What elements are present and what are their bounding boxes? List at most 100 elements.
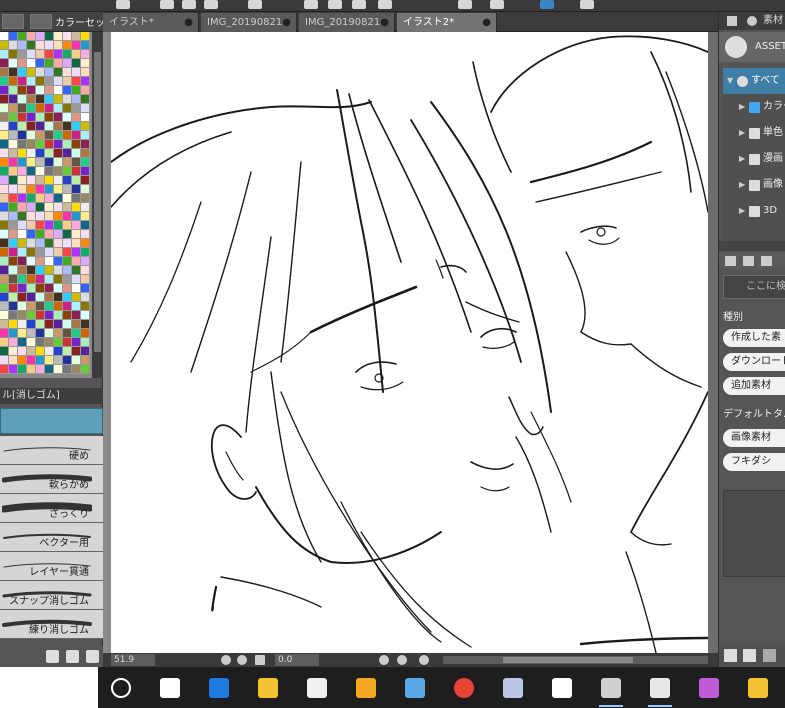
chevron-right-icon[interactable]: ▶ xyxy=(739,198,745,224)
color-swatch[interactable] xyxy=(18,185,27,194)
color-swatch[interactable] xyxy=(9,41,18,50)
color-swatch[interactable] xyxy=(81,311,90,320)
color-swatch[interactable] xyxy=(18,176,27,185)
color-swatch[interactable] xyxy=(36,32,45,41)
color-swatch[interactable] xyxy=(27,122,36,131)
tree-item[interactable]: ▶ カラー xyxy=(723,94,785,120)
reset-rotation-icon[interactable] xyxy=(419,655,429,665)
color-swatch[interactable] xyxy=(45,212,54,221)
color-swatch[interactable] xyxy=(72,32,81,41)
color-swatch[interactable] xyxy=(45,230,54,239)
color-swatch[interactable] xyxy=(54,230,63,239)
color-swatch[interactable] xyxy=(45,149,54,158)
cortana-icon[interactable] xyxy=(106,672,136,703)
color-swatch[interactable] xyxy=(9,185,18,194)
color-swatch[interactable] xyxy=(36,185,45,194)
color-swatch[interactable] xyxy=(0,158,9,167)
color-swatch[interactable] xyxy=(54,86,63,95)
rotate-left-icon[interactable] xyxy=(379,655,389,665)
color-swatch[interactable] xyxy=(36,221,45,230)
checkbox-icon[interactable] xyxy=(724,649,737,662)
color-swatch[interactable] xyxy=(9,248,18,257)
media-player-icon[interactable] xyxy=(351,672,381,703)
color-swatch[interactable] xyxy=(0,239,9,248)
color-swatch[interactable] xyxy=(27,158,36,167)
clip-studio-icon[interactable] xyxy=(596,672,626,707)
clip-studio-paint-icon[interactable] xyxy=(645,672,675,707)
color-swatch[interactable] xyxy=(54,131,63,140)
color-swatch[interactable] xyxy=(45,248,54,257)
color-swatch[interactable] xyxy=(63,77,72,86)
color-swatch[interactable] xyxy=(27,167,36,176)
color-swatch[interactable] xyxy=(54,221,63,230)
panel-menu-icon[interactable] xyxy=(727,16,737,26)
color-swatch[interactable] xyxy=(0,320,9,329)
color-swatch[interactable] xyxy=(18,338,27,347)
color-swatch[interactable] xyxy=(9,68,18,77)
color-swatch[interactable] xyxy=(81,212,90,221)
color-swatch[interactable] xyxy=(45,185,54,194)
color-swatch[interactable] xyxy=(9,194,18,203)
color-swatch[interactable] xyxy=(81,221,90,230)
tree-scrollbar[interactable] xyxy=(719,241,785,251)
color-swatch[interactable] xyxy=(0,221,9,230)
color-swatch[interactable] xyxy=(45,356,54,365)
color-swatch[interactable] xyxy=(72,320,81,329)
rotate-right-icon[interactable] xyxy=(397,655,407,665)
palette-scrollbar[interactable] xyxy=(92,32,103,378)
color-swatch[interactable] xyxy=(36,347,45,356)
brush-item[interactable]: スナップ消しゴム xyxy=(0,581,103,610)
color-swatch[interactable] xyxy=(36,77,45,86)
color-swatch[interactable] xyxy=(45,194,54,203)
color-swatch[interactable] xyxy=(54,329,63,338)
color-swatch[interactable] xyxy=(72,77,81,86)
color-swatch[interactable] xyxy=(72,257,81,266)
color-swatch[interactable] xyxy=(9,149,18,158)
color-swatch[interactable] xyxy=(0,203,9,212)
color-swatch[interactable] xyxy=(54,113,63,122)
tab-document[interactable]: イラスト* ● xyxy=(103,13,199,32)
color-swatch[interactable] xyxy=(54,104,63,113)
color-swatch[interactable] xyxy=(72,86,81,95)
color-swatch[interactable] xyxy=(81,32,90,41)
color-swatch[interactable] xyxy=(72,185,81,194)
color-swatch[interactable] xyxy=(36,248,45,257)
selection-icon[interactable] xyxy=(352,0,366,9)
color-swatch[interactable] xyxy=(72,347,81,356)
color-swatch[interactable] xyxy=(72,266,81,275)
color-swatch[interactable] xyxy=(0,122,9,131)
color-swatch[interactable] xyxy=(27,230,36,239)
grid-view-icon[interactable] xyxy=(763,649,776,662)
color-swatch[interactable] xyxy=(0,284,9,293)
color-swatch[interactable] xyxy=(18,149,27,158)
color-swatch[interactable] xyxy=(45,167,54,176)
color-swatch[interactable] xyxy=(27,221,36,230)
color-swatch[interactable] xyxy=(18,203,27,212)
color-swatch[interactable] xyxy=(63,275,72,284)
color-swatch[interactable] xyxy=(63,122,72,131)
color-swatch[interactable] xyxy=(18,86,27,95)
color-swatch[interactable] xyxy=(27,140,36,149)
color-swatch[interactable] xyxy=(45,158,54,167)
color-swatch[interactable] xyxy=(63,140,72,149)
color-swatch[interactable] xyxy=(81,239,90,248)
delete-brush-icon[interactable] xyxy=(86,650,99,663)
color-swatch[interactable] xyxy=(27,203,36,212)
color-swatch[interactable] xyxy=(18,329,27,338)
canvas-vertical-scrollbar[interactable] xyxy=(708,32,718,653)
color-swatch[interactable] xyxy=(54,338,63,347)
color-swatch[interactable] xyxy=(0,41,9,50)
undo-icon[interactable] xyxy=(248,0,262,9)
color-swatch[interactable] xyxy=(63,149,72,158)
color-swatch[interactable] xyxy=(9,158,18,167)
color-swatch[interactable] xyxy=(63,185,72,194)
color-swatch[interactable] xyxy=(54,284,63,293)
color-swatch[interactable] xyxy=(45,338,54,347)
color-swatch[interactable] xyxy=(54,293,63,302)
color-swatch[interactable] xyxy=(72,248,81,257)
color-swatch[interactable] xyxy=(18,59,27,68)
save-icon[interactable] xyxy=(204,0,218,9)
color-swatch[interactable] xyxy=(45,59,54,68)
color-swatch[interactable] xyxy=(54,140,63,149)
color-swatch[interactable] xyxy=(72,194,81,203)
